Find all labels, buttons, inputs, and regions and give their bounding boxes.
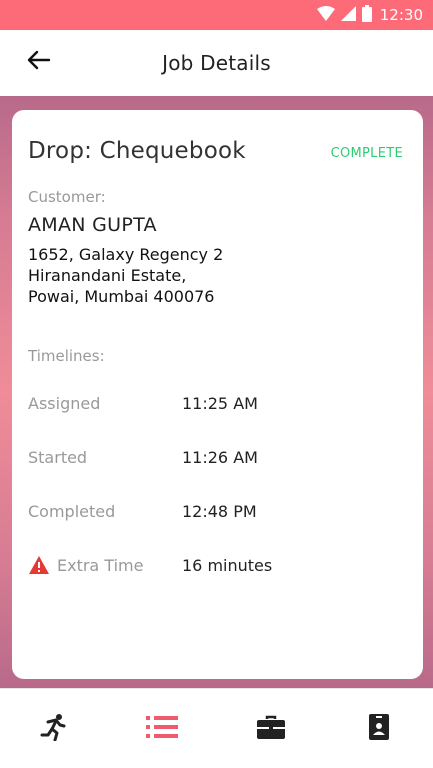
nav-item-list[interactable] <box>132 704 192 754</box>
nav-item-id-badge[interactable] <box>349 704 409 754</box>
timeline-value: 16 minutes <box>182 555 273 575</box>
timeline-row-assigned: Assigned 11:25 AM <box>28 392 408 414</box>
status-icons <box>316 4 372 26</box>
battery-icon <box>361 4 372 26</box>
timeline-label: Started <box>28 447 88 467</box>
briefcase-icon <box>256 715 285 743</box>
timeline-value: 12:48 PM <box>182 501 257 521</box>
signal-icon <box>340 5 356 25</box>
customer-address: 1652, Galaxy Regency 2 Hiranandani Estat… <box>28 244 223 307</box>
nav-item-running[interactable] <box>24 704 84 754</box>
timeline-value: 11:26 AM <box>182 447 258 467</box>
job-card: Drop: Chequebook COMPLETE Customer: AMAN… <box>12 110 423 679</box>
back-button[interactable] <box>24 47 54 77</box>
timeline-label: Extra Time <box>57 555 144 575</box>
timeline-row-started: Started 11:26 AM <box>28 446 408 468</box>
app-bar: Job Details <box>0 30 433 96</box>
timeline-row-completed: Completed 12:48 PM <box>28 500 408 522</box>
id-badge-icon <box>368 713 389 744</box>
running-icon <box>39 713 69 745</box>
nav-item-briefcase[interactable] <box>241 704 301 754</box>
wifi-icon <box>316 5 335 25</box>
status-bar: 12:30 <box>0 0 433 30</box>
timeline-label-wrap: Extra Time <box>28 555 182 575</box>
warning-icon <box>28 555 50 575</box>
customer-name: AMAN GUPTA <box>28 214 157 236</box>
status-badge: COMPLETE <box>330 146 403 161</box>
bottom-nav <box>0 688 433 768</box>
arrow-left-icon <box>27 50 51 74</box>
customer-label: Customer: <box>28 188 106 206</box>
address-line: Powai, Mumbai 400076 <box>28 287 215 306</box>
list-icon <box>146 715 179 742</box>
timeline-row-extra-time: Extra Time 16 minutes <box>28 554 408 576</box>
page-title: Job Details <box>162 51 271 75</box>
timeline-label: Assigned <box>28 393 101 413</box>
address-line: Hiranandani Estate, <box>28 266 187 285</box>
timelines-label: Timelines: <box>28 347 105 365</box>
timeline-label: Completed <box>28 501 116 521</box>
status-time: 12:30 <box>379 6 423 24</box>
timeline-value: 11:25 AM <box>182 393 258 413</box>
job-title: Drop: Chequebook <box>28 138 246 164</box>
address-line: 1652, Galaxy Regency 2 <box>28 245 224 264</box>
